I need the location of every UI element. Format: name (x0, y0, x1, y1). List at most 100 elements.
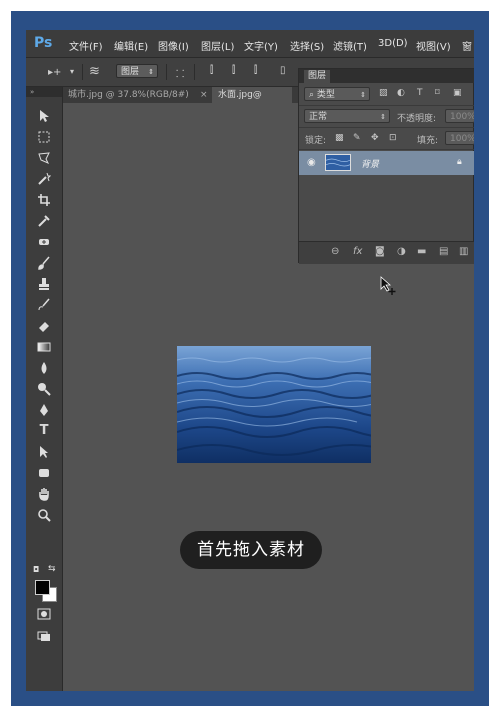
layers-panel: 图层 ⌕ 类型 ⇕ ▨ ◐ T ⌑ ▣ 正常 ⇕ 不透明度: 100% 锁定: ▩ … (298, 68, 474, 264)
path-selection-icon[interactable] (34, 443, 54, 461)
layer-filter-value: 类型 (316, 90, 335, 100)
layer-row-background[interactable]: ◉ 背景 🔒︎ (299, 151, 474, 175)
search-icon: ⌕ (309, 90, 317, 100)
chevron-down-icon: ⇕ (360, 91, 366, 99)
blur-tool-icon[interactable] (34, 359, 54, 377)
transform-controls-icon[interactable]: ⸬ (176, 66, 184, 80)
crop-tool-icon[interactable] (34, 191, 54, 209)
fill-label: 填充: (417, 136, 439, 146)
filter-adjustment-icon[interactable]: ◐ (397, 88, 405, 98)
add-mask-icon[interactable]: ◙ (375, 246, 385, 257)
eye-icon[interactable]: ◉ (307, 157, 316, 168)
trash-icon[interactable]: ▥ (459, 246, 468, 257)
opacity-label: 不透明度: (397, 114, 437, 124)
shape-tool-icon[interactable] (34, 464, 54, 482)
chevron-down-icon[interactable]: ▾ (70, 67, 74, 76)
menu-window[interactable]: 窗 (462, 38, 472, 53)
zoom-tool-icon[interactable] (34, 506, 54, 524)
move-tool-preset[interactable]: ▸+ (48, 67, 61, 78)
lock-position-icon[interactable]: ✥ (371, 133, 379, 143)
link-layers-icon[interactable]: ⊖ (331, 246, 339, 257)
eraser-tool-icon[interactable] (34, 317, 54, 335)
menu-3d[interactable]: 3D(D) (378, 38, 408, 49)
align-middle-icon[interactable]: ⫿ (232, 65, 235, 76)
dodge-tool-icon[interactable] (34, 380, 54, 398)
fill-input[interactable]: 100% (445, 131, 474, 145)
brush-tool-icon[interactable] (34, 254, 54, 272)
pen-tool-icon[interactable] (34, 401, 54, 419)
auto-select-dropdown[interactable]: 图层 ⇕ (116, 64, 158, 78)
menu-file[interactable]: 文件(F) (69, 38, 103, 53)
tab-water-label: 水面.jpg@ (218, 90, 262, 100)
layers-panel-title[interactable]: 图层 (304, 70, 331, 83)
fx-icon[interactable]: fx (353, 246, 362, 257)
opacity-input[interactable]: 100% (445, 109, 474, 123)
stamp-tool-icon[interactable] (34, 275, 54, 293)
toolbar-collapse[interactable]: » (26, 87, 62, 97)
adjustment-layer-icon[interactable]: ◑ (397, 246, 406, 257)
lock-transparent-icon[interactable]: ▩ (335, 133, 344, 143)
healing-brush-icon[interactable] (34, 233, 54, 251)
divider (166, 64, 167, 80)
foreground-color-swatch[interactable] (35, 580, 50, 595)
lock-fill-row: 锁定: ▩ ✎ ✥ ⊡ 填充: 100% (299, 127, 474, 150)
layer-thumbnail (325, 154, 351, 171)
swap-colors-icon[interactable]: ⇆ (48, 564, 56, 574)
menu-select[interactable]: 选择(S) (290, 38, 324, 53)
quick-mask-icon[interactable] (34, 605, 54, 623)
new-layer-icon[interactable]: ▤ (439, 246, 448, 257)
align-top-icon[interactable]: ⫿ (210, 65, 213, 76)
close-icon[interactable]: × (200, 87, 208, 103)
default-colors-icon[interactable]: ◘ (33, 565, 39, 574)
magic-wand-icon[interactable] (34, 170, 54, 188)
menu-bar: Ps 文件(F) 编辑(E) 图像(I) 图层(L) 文字(Y) 选择(S) 滤… (26, 30, 474, 58)
filter-smart-object-icon[interactable]: ▣ (453, 88, 462, 98)
chevron-down-icon: ⇕ (380, 113, 386, 121)
tab-city[interactable]: 城市.jpg @ 37.8%(RGB/8#) × (62, 87, 212, 103)
menu-filter[interactable]: 滤镜(T) (333, 38, 367, 53)
chevron-down-icon: ⇕ (148, 68, 154, 76)
layers-panel-footer: ⊖ fx ◙ ◑ ▬ ▤ ▥ (299, 241, 474, 264)
gradient-tool-icon[interactable] (34, 338, 54, 356)
layers-stack-icon[interactable]: ≋ (89, 64, 100, 79)
ps-logo: Ps (34, 35, 53, 51)
tab-city-label: 城市.jpg @ 37.8%(RGB/8#) (68, 90, 189, 100)
lock-icon: 🔒︎ (457, 157, 462, 167)
caption-bubble: 首先拖入素材 (180, 531, 322, 569)
divider (194, 64, 195, 80)
blend-mode-value: 正常 (309, 112, 328, 122)
menu-edit[interactable]: 编辑(E) (114, 38, 148, 53)
lock-all-icon[interactable]: ⊡ (389, 133, 397, 143)
blend-opacity-row: 正常 ⇕ 不透明度: 100% (299, 105, 474, 128)
new-group-icon[interactable]: ▬ (417, 246, 426, 257)
layers-filter-row: ⌕ 类型 ⇕ ▨ ◐ T ⌑ ▣ (299, 83, 474, 106)
menu-view[interactable]: 视图(V) (416, 38, 451, 53)
align-bottom-icon[interactable]: ⫿ (254, 65, 257, 76)
photoshop-window: Ps 文件(F) 编辑(E) 图像(I) 图层(L) 文字(Y) 选择(S) 滤… (26, 30, 474, 691)
hand-tool-icon[interactable] (34, 485, 54, 503)
layer-name[interactable]: 背景 (361, 157, 379, 170)
type-tool-icon[interactable]: T (34, 422, 54, 440)
filter-type-icon[interactable]: T (417, 88, 423, 98)
move-cursor-icon (380, 276, 396, 295)
filter-pixel-icon[interactable]: ▨ (379, 88, 388, 98)
auto-select-value: 图层 (121, 67, 140, 77)
history-brush-icon[interactable] (34, 296, 54, 314)
filter-shape-icon[interactable]: ⌑ (435, 88, 440, 98)
blend-mode-dropdown[interactable]: 正常 ⇕ (304, 109, 390, 123)
menu-layer[interactable]: 图层(L) (201, 38, 234, 53)
screen-mode-icon[interactable] (34, 627, 54, 645)
lasso-tool-icon[interactable] (34, 149, 54, 167)
align-left-icon[interactable]: ▯ (280, 65, 286, 76)
tab-water[interactable]: 水面.jpg@ (212, 87, 292, 103)
lock-pixels-icon[interactable]: ✎ (353, 133, 361, 143)
water-surface-image[interactable] (177, 346, 371, 463)
layer-filter-dropdown[interactable]: ⌕ 类型 ⇕ (304, 87, 370, 101)
eyedropper-icon[interactable] (34, 212, 54, 230)
marquee-tool-icon[interactable] (34, 128, 54, 146)
menu-type[interactable]: 文字(Y) (244, 38, 278, 53)
lock-label: 锁定: (305, 136, 327, 146)
layers-panel-header: 图层 (299, 69, 474, 83)
move-tool-icon[interactable] (34, 107, 54, 125)
menu-image[interactable]: 图像(I) (158, 38, 189, 53)
